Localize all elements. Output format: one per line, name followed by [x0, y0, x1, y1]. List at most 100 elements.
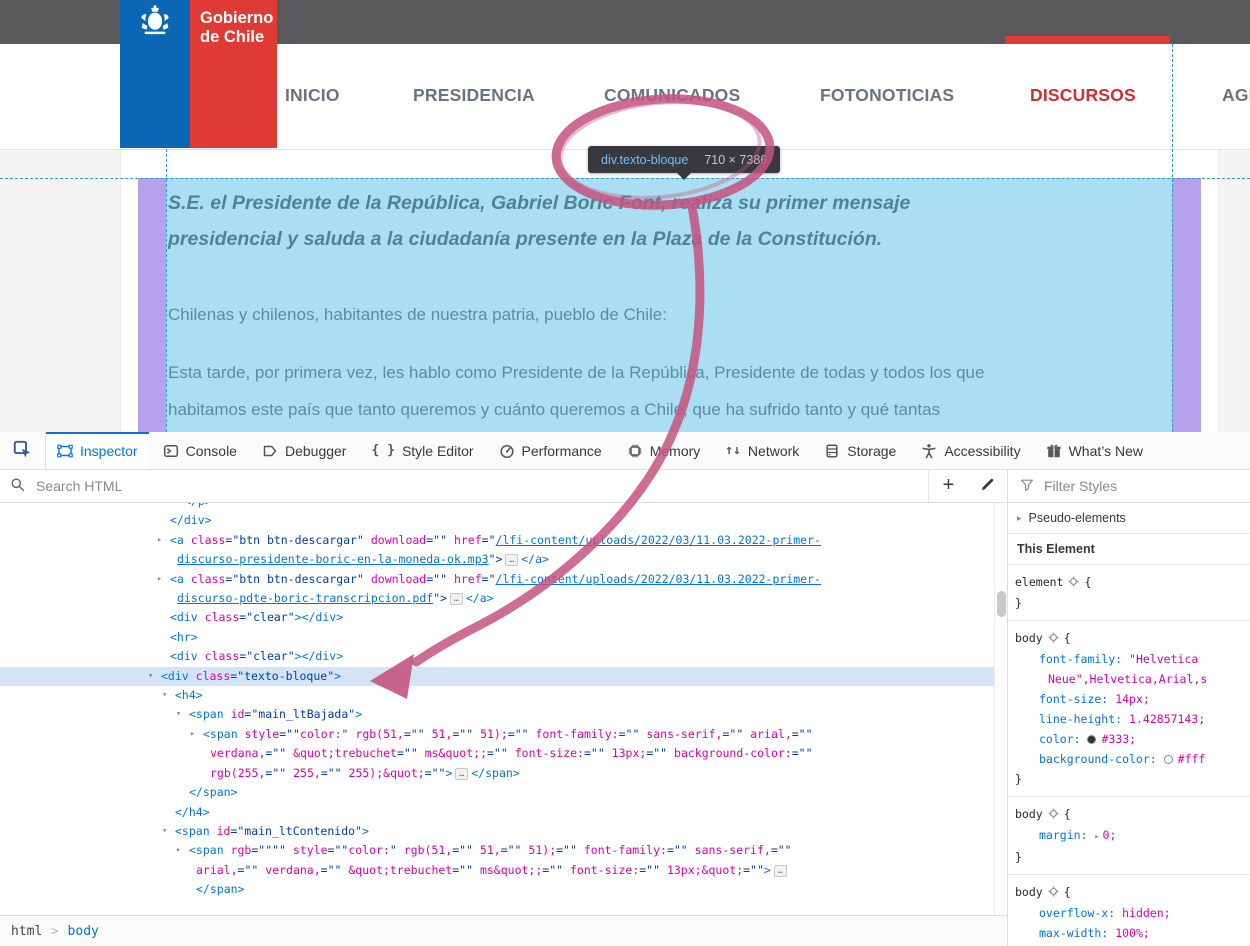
- twisty-icon[interactable]: ▸: [1094, 832, 1099, 842]
- tab-label: Style Editor: [402, 443, 474, 459]
- markup-node[interactable]: <hr>: [0, 628, 994, 647]
- markup-node[interactable]: ▸<span style=""color:" rgb(51,="" 51,=""…: [0, 725, 994, 744]
- twisty-icon[interactable]: ▸: [190, 725, 195, 744]
- tab-style-editor[interactable]: { }Style Editor: [360, 432, 484, 469]
- twisty-icon[interactable]: ▸: [176, 841, 181, 860]
- collapsed-ellipsis-badge[interactable]: …: [455, 768, 468, 780]
- twisty-icon[interactable]: ▾: [162, 822, 167, 841]
- inspector-main: </p></div>▸<a class="btn btn-descargar" …: [0, 503, 1250, 946]
- markup-node[interactable]: discurso-presidente-boric-en-la-moneda-o…: [0, 550, 994, 569]
- node-picker-button[interactable]: [0, 432, 46, 469]
- selector-target-icon[interactable]: [1048, 883, 1059, 903]
- twisty-icon[interactable]: ▸: [157, 531, 162, 550]
- tab-memory[interactable]: Memory: [616, 432, 712, 469]
- tab-performance[interactable]: Performance: [488, 432, 613, 469]
- css-rule-body[interactable]: body{font-family: "HelveticaNeue",Helvet…: [1008, 621, 1250, 797]
- console-icon: [163, 443, 179, 459]
- markup-node[interactable]: ▾<h4>: [0, 686, 994, 705]
- nav-item-discursos[interactable]: DISCURSOS: [1030, 85, 1136, 106]
- rule-selector[interactable]: body: [1015, 807, 1043, 821]
- gobierno-de-chile-logo[interactable]: Gobierno de Chile: [120, 0, 277, 148]
- markup-node[interactable]: ▸<a class="btn btn-descargar" download="…: [0, 531, 994, 550]
- markup-node-selected[interactable]: ▾<div class="texto-bloque">: [0, 667, 994, 686]
- search-html-input[interactable]: [34, 477, 928, 495]
- css-rule-element[interactable]: element{}: [1008, 565, 1250, 621]
- twisty-icon[interactable]: ▾: [176, 705, 181, 724]
- nav-item-inicio[interactable]: INICIO: [285, 85, 340, 106]
- tab-what-s-new[interactable]: What’s New: [1035, 432, 1154, 469]
- tab-label: Console: [186, 443, 237, 459]
- tooltip-dimensions: 710 × 7386: [704, 153, 767, 167]
- rules-section-pseudo-elements[interactable]: ▸Pseudo-elements: [1008, 503, 1250, 534]
- network-icon: ↑↓: [725, 443, 741, 458]
- collapsed-ellipsis-badge[interactable]: …: [450, 593, 463, 605]
- markup-node[interactable]: verdana,="" &quot;trebuchet="" ms&quot;;…: [0, 744, 994, 763]
- twisty-icon[interactable]: ▾: [148, 667, 153, 686]
- markup-node[interactable]: </span>: [0, 880, 994, 899]
- css-rule-body[interactable]: body{margin: ▸0;}: [1008, 797, 1250, 875]
- rule-selector[interactable]: body: [1015, 885, 1043, 899]
- logo-flag-red: Gobierno de Chile: [190, 0, 277, 148]
- speech-paragraph-line: habitamos este país que tanto queremos y…: [168, 391, 1158, 428]
- markup-node[interactable]: arial,="" verdana,="" &quot;trebuchet=""…: [0, 861, 994, 880]
- create-new-node-button[interactable]: +: [929, 470, 968, 502]
- twisty-icon: ▸: [1017, 513, 1022, 524]
- filter-styles-input[interactable]: [1042, 477, 1192, 495]
- css-declaration[interactable]: font-size: 14px;: [1015, 689, 1250, 709]
- collapsed-ellipsis-badge[interactable]: …: [774, 865, 787, 877]
- markup-node[interactable]: </span>: [0, 783, 994, 802]
- css-declaration[interactable]: max-width: 100%;: [1015, 923, 1250, 943]
- twisty-icon[interactable]: ▾: [162, 686, 167, 705]
- markup-node[interactable]: </div>: [0, 511, 994, 530]
- markup-node[interactable]: <div class="clear"></div>: [0, 647, 994, 666]
- markup-node[interactable]: ▸<a class="btn btn-descargar" download="…: [0, 570, 994, 589]
- tab-label: Memory: [650, 443, 701, 459]
- rule-selector[interactable]: element: [1015, 575, 1063, 589]
- css-rule-body[interactable]: body{overflow-x: hidden;max-width: 100%;…: [1008, 875, 1250, 946]
- search-html-box: [0, 470, 928, 502]
- tab-inspector[interactable]: Inspector: [46, 432, 149, 469]
- selector-target-icon[interactable]: [1068, 573, 1079, 593]
- css-declaration[interactable]: line-height: 1.42857143;: [1015, 709, 1250, 729]
- markup-node[interactable]: discurso-pdte-boric-transcripcion.pdf">……: [0, 589, 994, 608]
- tab-console[interactable]: Console: [152, 432, 248, 469]
- collapsed-ellipsis-badge[interactable]: …: [505, 554, 518, 566]
- markup-node[interactable]: ▾<span id="main_ltBajada">: [0, 705, 994, 724]
- markup-node[interactable]: </p>: [0, 503, 994, 511]
- tab-label: Accessibility: [944, 443, 1020, 459]
- eyedropper-button[interactable]: [968, 470, 1007, 502]
- tab-storage[interactable]: Storage: [813, 432, 907, 469]
- devtools-toolbar-row: +: [0, 470, 1250, 503]
- color-swatch[interactable]: [1164, 755, 1173, 764]
- logo-line1: Gobierno: [200, 9, 277, 28]
- twisty-icon[interactable]: ▸: [157, 570, 162, 589]
- debugger-icon: [262, 443, 278, 459]
- markup-node[interactable]: rgb(255,="" 255,="" 255);&quot;="">…</sp…: [0, 764, 994, 783]
- breadcrumb-item-html[interactable]: html: [11, 924, 42, 939]
- rules-pane: ▸Pseudo-elementsThis Elementelement{}bod…: [1007, 503, 1250, 946]
- tab-label: Performance: [522, 443, 602, 459]
- selector-target-icon[interactable]: [1048, 629, 1059, 649]
- tab-accessibility[interactable]: Accessibility: [910, 432, 1031, 469]
- selector-target-icon[interactable]: [1048, 805, 1059, 825]
- color-swatch[interactable]: [1087, 735, 1096, 744]
- css-declaration[interactable]: margin: ▸0;: [1015, 825, 1250, 847]
- tab-debugger[interactable]: Debugger: [251, 432, 358, 469]
- markup-node[interactable]: <div class="clear"></div>: [0, 608, 994, 627]
- nav-item-presidencia[interactable]: PRESIDENCIA: [413, 85, 535, 106]
- css-value-continuation[interactable]: Neue",Helvetica,Arial,s: [1015, 669, 1250, 689]
- css-declaration[interactable]: color: #333;: [1015, 729, 1250, 749]
- markup-node[interactable]: ▾<span id="main_ltContenido">: [0, 822, 994, 841]
- css-declaration[interactable]: overflow-x: hidden;: [1015, 903, 1250, 923]
- css-declaration[interactable]: background-color: #fff: [1015, 749, 1250, 769]
- nav-item-agenda[interactable]: AGENDA: [1222, 85, 1250, 106]
- rule-selector[interactable]: body: [1015, 631, 1043, 645]
- css-declaration[interactable]: font-family: "Helvetica: [1015, 649, 1250, 669]
- markup-scrollbar-thumb[interactable]: [997, 591, 1006, 617]
- markup-node[interactable]: </h4>: [0, 803, 994, 822]
- breadcrumb-item-body[interactable]: body: [68, 924, 99, 939]
- nav-item-comunicados[interactable]: COMUNICADOS: [604, 85, 740, 106]
- markup-node[interactable]: ▸<span rgb="""" style=""color:" rgb(51,=…: [0, 841, 994, 860]
- tab-network[interactable]: ↑↓Network: [714, 432, 810, 469]
- nav-item-fotonoticias[interactable]: FOTONOTICIAS: [820, 85, 954, 106]
